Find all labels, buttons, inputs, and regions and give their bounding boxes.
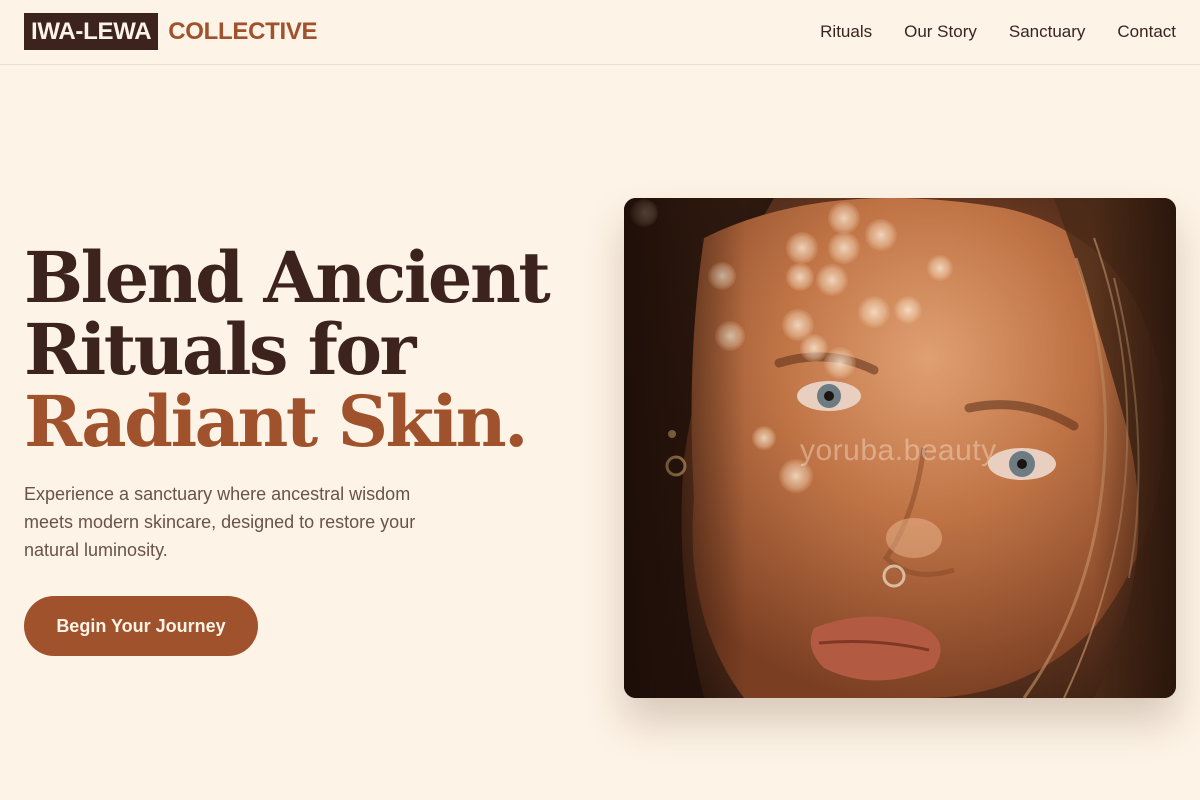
- nav-link-contact[interactable]: Contact: [1117, 22, 1176, 42]
- nav-link-our-story[interactable]: Our Story: [904, 22, 977, 42]
- hero-title-line-1: Blend Ancient: [24, 236, 551, 319]
- nav-link-sanctuary[interactable]: Sanctuary: [1009, 22, 1086, 42]
- begin-journey-button[interactable]: Begin Your Journey: [24, 596, 258, 656]
- hero-description: Experience a sanctuary where ancestral w…: [24, 484, 416, 560]
- main-nav: Rituals Our Story Sanctuary Contact: [788, 0, 1176, 64]
- site-header: IWA-LEWA COLLECTIVE Rituals Our Story Sa…: [0, 0, 1200, 65]
- hero-title: Blend Ancient Rituals for Radiant Skin.: [24, 242, 584, 458]
- hero-title-accent-line: Radiant Skin.: [24, 380, 529, 463]
- hero-title-line-2: Rituals for: [24, 308, 416, 391]
- image-watermark: yoruba.beauty: [800, 434, 997, 467]
- nav-link-rituals[interactable]: Rituals: [820, 22, 872, 42]
- brand-logo[interactable]: IWA-LEWA COLLECTIVE: [24, 13, 318, 50]
- logo-sub: COLLECTIVE: [168, 18, 318, 45]
- hero-portrait-image: yoruba.beauty: [624, 198, 1176, 698]
- logo-main: IWA-LEWA: [24, 13, 159, 50]
